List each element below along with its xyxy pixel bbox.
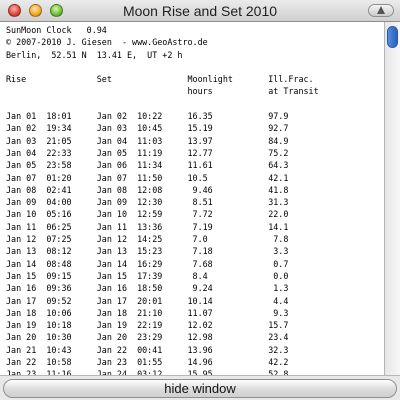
table-row: Jan 07 01:20 Jan 07 11:50 10.5 42.1 xyxy=(6,172,289,183)
table-row: Jan 21 10:43 Jan 22 00:41 13.96 32.3 xyxy=(6,344,289,355)
table-row: Jan 03 21:05 Jan 04 11:03 13.97 84.9 xyxy=(6,135,289,146)
table-row: Jan 19 10:18 Jan 19 22:19 12.02 15.7 xyxy=(6,320,289,331)
table-row: Jan 05 23:58 Jan 06 11:34 11.61 64.3 xyxy=(6,160,289,171)
table-row: Jan 11 06:25 Jan 11 13:36 7.19 14.1 xyxy=(6,221,289,232)
table-row: Jan 02 19:34 Jan 03 10:45 15.19 92.7 xyxy=(6,123,289,134)
table-row: Jan 17 09:52 Jan 17 20:01 10.14 4.4 xyxy=(6,295,289,306)
table-row: Jan 13 08:12 Jan 13 15:23 7.18 3.3 xyxy=(6,246,289,257)
table-row: Jan 08 02:41 Jan 08 12:08 9.46 41.8 xyxy=(6,184,289,195)
table-row: Jan 23 11:16 Jan 24 03:12 15.95 52.8 xyxy=(6,369,289,375)
table-row: Jan 16 09:36 Jan 16 18:50 9.24 1.3 xyxy=(6,283,289,294)
table-header-row-1: Rise Set Moonlight Ill.Frac. xyxy=(6,74,314,85)
table-row: Jan 04 22:33 Jan 05 11:19 12.77 75.2 xyxy=(6,147,289,158)
table-row: Jan 12 07:25 Jan 12 14:25 7.0 7.8 xyxy=(6,234,289,245)
table-row: Jan 18 10:06 Jan 18 21:10 11.07 9.3 xyxy=(6,307,289,318)
hide-window-button[interactable]: hide window xyxy=(3,379,397,398)
location-line: Berlin, 52.51 N 13.41 E, UT +2 h xyxy=(6,49,183,60)
table-row: Jan 09 04:00 Jan 09 12:30 8.51 31.3 xyxy=(6,197,289,208)
window-title: Moon Rise and Set 2010 xyxy=(122,3,278,19)
moon-table-text-area[interactable]: SunMoon Clock 0.94 © 2007-2010 J. Giesen … xyxy=(0,22,384,375)
copyright-line: © 2007-2010 J. Giesen - www.GeoAstro.de xyxy=(6,37,208,48)
app-version-line: SunMoon Clock 0.94 xyxy=(6,25,107,35)
table-row: Jan 20 10:30 Jan 20 23:29 12.98 23.4 xyxy=(6,332,289,343)
table-row: Jan 15 09:15 Jan 15 17:39 8.4 0.0 xyxy=(6,270,289,281)
table-header-row-2: hours at Transit xyxy=(6,86,319,97)
warning-icon xyxy=(377,6,385,14)
toolbar-toggle-button[interactable] xyxy=(368,4,394,17)
table-row: Jan 10 05:16 Jan 10 12:59 7.72 22.0 xyxy=(6,209,289,220)
table-row: Jan 22 10:58 Jan 23 01:55 14.96 42.2 xyxy=(6,357,289,368)
table-row: Jan 01 18:01 Jan 02 10:22 16.35 97.9 xyxy=(6,111,289,122)
bottom-bar: hide window xyxy=(0,375,400,400)
window-titlebar[interactable]: Moon Rise and Set 2010 xyxy=(0,0,400,22)
table-row: Jan 14 08:48 Jan 14 16:29 7.68 0.7 xyxy=(6,258,289,269)
vertical-scrollbar[interactable] xyxy=(384,22,400,375)
scrollbar-thumb[interactable] xyxy=(387,26,398,48)
